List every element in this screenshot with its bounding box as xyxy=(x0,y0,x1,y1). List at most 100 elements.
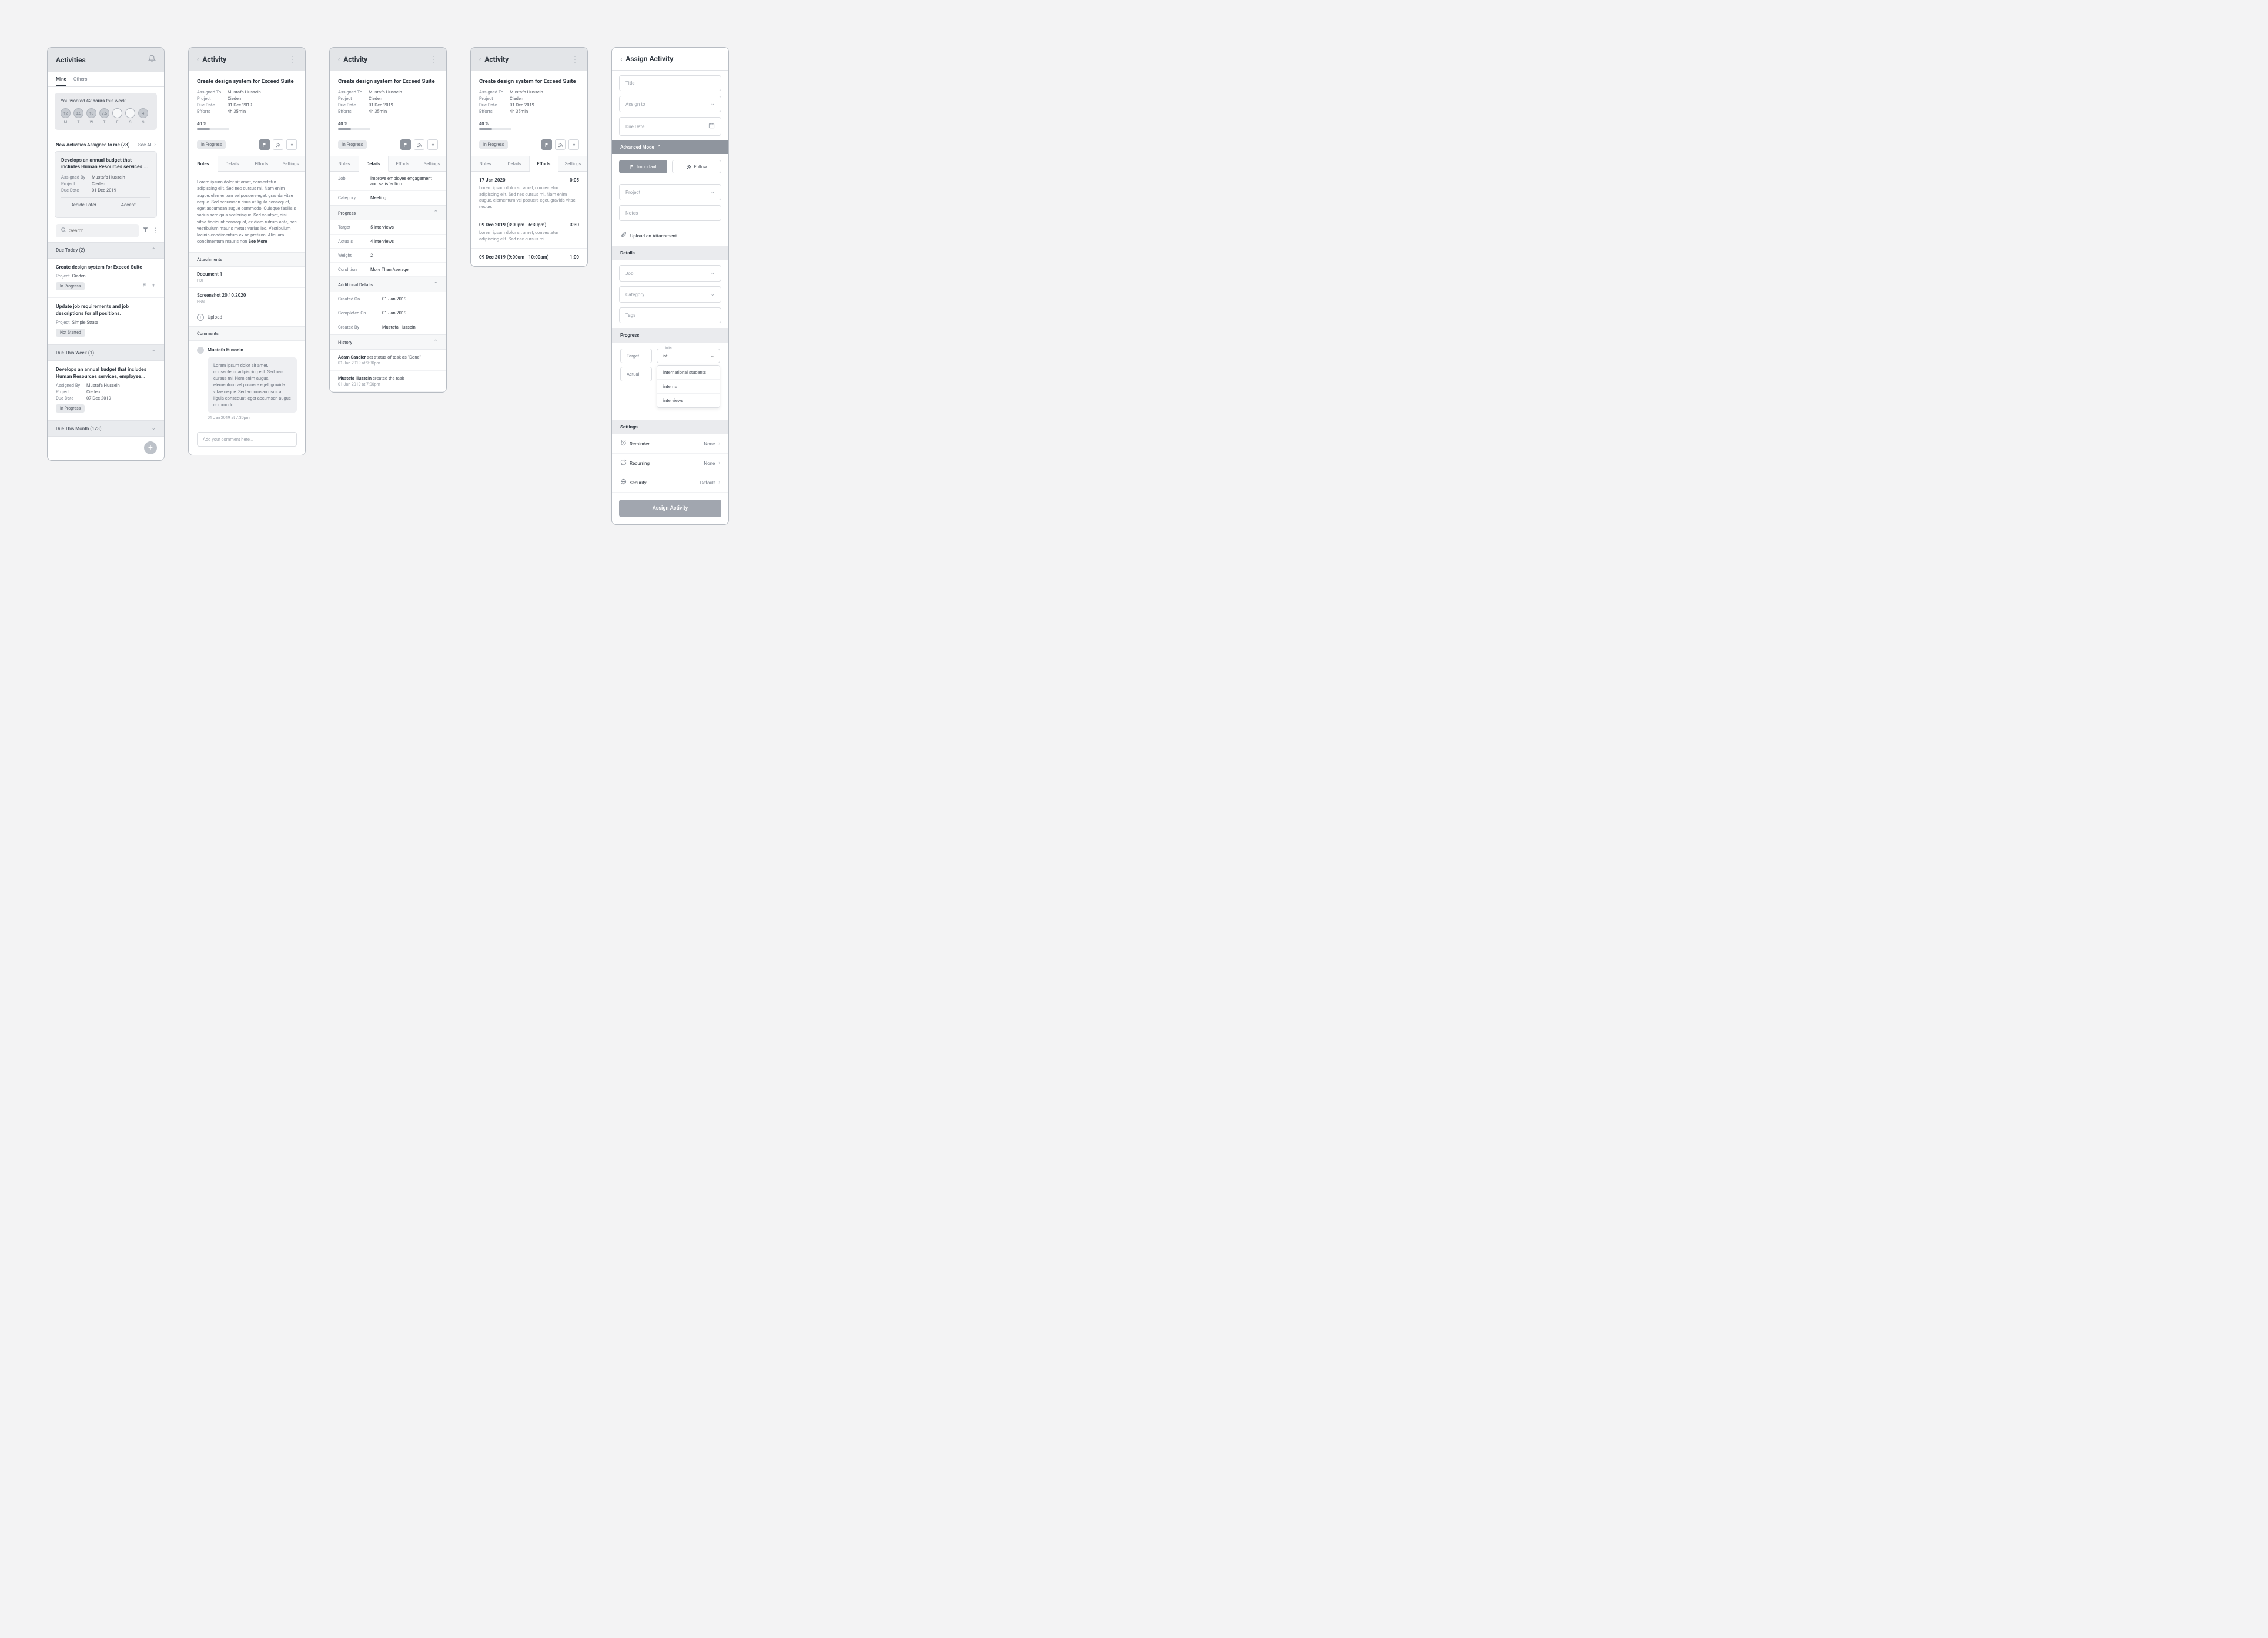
security-setting[interactable]: Security Default › xyxy=(612,473,728,493)
rss-button[interactable] xyxy=(273,139,283,150)
back-icon[interactable]: ‹ xyxy=(479,56,481,63)
flag-button[interactable] xyxy=(400,139,411,150)
day-wed[interactable]: 10 xyxy=(86,108,96,118)
effort-item[interactable]: 09 Dec 2019 (9:00am - 10:00am)1:00 xyxy=(471,249,587,266)
tab-efforts[interactable]: Efforts xyxy=(247,156,277,171)
day-mon[interactable]: 12 xyxy=(61,108,71,118)
progress-header[interactable]: Progress⌃ xyxy=(330,205,446,220)
more-icon[interactable]: ⋮ xyxy=(289,55,297,64)
comment-input[interactable]: Add your comment here... xyxy=(197,432,297,447)
tab-notes[interactable]: Notes xyxy=(189,156,218,172)
search-input-wrap[interactable] xyxy=(56,224,139,237)
dropdown-option[interactable]: international students xyxy=(657,366,720,380)
status-badge[interactable]: In Progress xyxy=(338,140,367,149)
back-icon[interactable]: ‹ xyxy=(197,56,199,63)
assign-activity-button[interactable]: Assign Activity xyxy=(619,500,721,517)
filter-icon[interactable] xyxy=(142,226,149,235)
dropdown-option[interactable]: interviews xyxy=(657,394,720,407)
panel-header: ‹ Activity ⋮ xyxy=(189,48,305,71)
day-fri[interactable] xyxy=(112,108,122,118)
see-all-link[interactable]: See All› xyxy=(138,142,156,148)
tab-settings[interactable]: Settings xyxy=(276,156,305,171)
plus-circle-icon: + xyxy=(197,314,204,321)
pin-button[interactable] xyxy=(286,139,297,150)
effort-item[interactable]: 17 Jan 20200:05 Lorem ipsum dolor sit am… xyxy=(471,172,587,216)
title-field[interactable]: Title xyxy=(619,75,721,91)
effort-item[interactable]: 09 Dec 2019 (3:00pm - 6:30pm)3:30 Lorem … xyxy=(471,216,587,249)
tab-efforts[interactable]: Efforts xyxy=(530,156,559,172)
pin-icon[interactable] xyxy=(151,283,156,290)
tab-details[interactable]: Details xyxy=(500,156,530,171)
day-tue[interactable]: 8.5 xyxy=(73,108,83,118)
panel-header: ‹ Activity ⋮ xyxy=(471,48,587,71)
day-sat[interactable] xyxy=(125,108,135,118)
history-header[interactable]: History⌃ xyxy=(330,334,446,350)
units-field[interactable]: Units int⌄ xyxy=(657,349,720,363)
job-field[interactable]: Job⌄ xyxy=(619,265,721,282)
project-field[interactable]: Project⌄ xyxy=(619,184,721,200)
task-card[interactable]: Update job requirements and job descript… xyxy=(48,298,164,344)
section-due-week[interactable]: Due This Week (1) ⌃ xyxy=(48,344,164,361)
tab-settings[interactable]: Settings xyxy=(558,156,587,171)
more-icon[interactable]: ⋮ xyxy=(571,55,579,64)
back-icon[interactable]: ‹ xyxy=(338,56,340,63)
recurring-setting[interactable]: Recurring None › xyxy=(612,454,728,473)
notes-field[interactable]: Notes xyxy=(619,205,721,221)
tab-efforts[interactable]: Efforts xyxy=(389,156,418,171)
pin-button[interactable] xyxy=(427,139,438,150)
pin-button[interactable] xyxy=(568,139,579,150)
tab-details[interactable]: Details xyxy=(218,156,247,171)
target-field[interactable]: Target xyxy=(620,349,652,363)
tab-settings[interactable]: Settings xyxy=(417,156,446,171)
see-more-link[interactable]: See More xyxy=(248,239,267,244)
accept-button[interactable]: Accept xyxy=(106,198,151,212)
follow-button[interactable]: Follow xyxy=(672,160,721,173)
status-badge[interactable]: In Progress xyxy=(479,140,508,149)
back-icon[interactable]: ‹ xyxy=(620,55,622,63)
upload-attachment-link[interactable]: Upload an Attachment xyxy=(612,226,728,246)
section-due-today[interactable]: Due Today (2) ⌃ xyxy=(48,242,164,259)
search-input[interactable] xyxy=(69,228,134,233)
tabs: Mine Others xyxy=(48,72,164,87)
chevron-up-icon: ⌃ xyxy=(433,210,438,216)
attachment-item[interactable]: Document 1 PDF xyxy=(189,267,305,288)
rss-button[interactable] xyxy=(555,139,566,150)
page-title: Activity xyxy=(343,55,426,63)
flag-button[interactable] xyxy=(259,139,270,150)
advanced-mode-bar[interactable]: Advanced Mode⌃ xyxy=(612,140,728,154)
settings-section-header: Settings xyxy=(612,420,728,434)
tab-details[interactable]: Details xyxy=(359,156,389,172)
assign-to-field[interactable]: Assign to⌄ xyxy=(619,96,721,112)
task-card[interactable]: Develops an annual budget that includes … xyxy=(48,361,164,420)
flag-button[interactable] xyxy=(541,139,552,150)
rss-button[interactable] xyxy=(414,139,424,150)
upload-button[interactable]: + Upload xyxy=(189,309,305,326)
status-row: In Progress xyxy=(189,135,305,156)
reminder-setting[interactable]: Reminder None › xyxy=(612,434,728,454)
tab-notes[interactable]: Notes xyxy=(471,156,500,171)
more-icon[interactable]: ⋮ xyxy=(152,226,159,235)
additional-details-header[interactable]: Additional Details⌃ xyxy=(330,277,446,292)
sub-tabs: Notes Details Efforts Settings xyxy=(471,156,587,172)
day-sun[interactable]: 4 xyxy=(138,108,148,118)
bell-icon[interactable] xyxy=(148,55,156,65)
attachments-header: Attachments xyxy=(189,252,305,267)
important-button[interactable]: Important xyxy=(619,160,667,173)
status-badge[interactable]: In Progress xyxy=(197,140,226,149)
tab-mine[interactable]: Mine xyxy=(56,76,66,86)
day-thu[interactable]: 7.5 xyxy=(99,108,109,118)
more-icon[interactable]: ⋮ xyxy=(430,55,438,64)
task-card[interactable]: Create design system for Exceed Suite Pr… xyxy=(48,259,164,298)
section-due-month[interactable]: Due This Month (123) ⌄ xyxy=(48,420,164,437)
tab-others[interactable]: Others xyxy=(73,76,88,86)
dropdown-option[interactable]: interns xyxy=(657,380,720,394)
tags-field[interactable]: Tags xyxy=(619,307,721,323)
category-field[interactable]: Category⌄ xyxy=(619,286,721,303)
actual-field[interactable]: Actual xyxy=(620,367,652,381)
flag-icon[interactable] xyxy=(142,283,148,290)
attachment-item[interactable]: Screenshot 20.10.2020 PNG xyxy=(189,288,305,309)
tab-notes[interactable]: Notes xyxy=(330,156,359,171)
due-date-field[interactable]: Due Date xyxy=(619,117,721,136)
add-button[interactable]: + xyxy=(144,441,157,454)
decide-later-button[interactable]: Decide Later xyxy=(61,198,106,212)
